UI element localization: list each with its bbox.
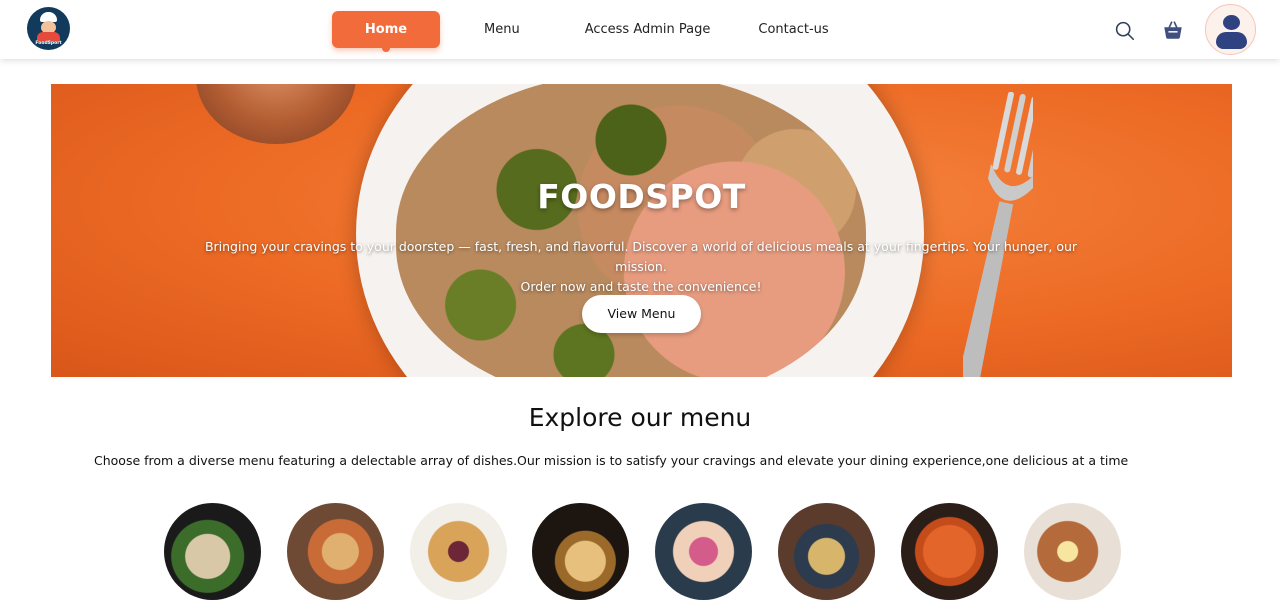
nav-admin[interactable]: Access Admin Page — [585, 22, 711, 37]
food-image — [396, 84, 866, 377]
menu-category-salad[interactable] — [164, 503, 261, 600]
view-menu-button[interactable]: View Menu — [582, 295, 701, 333]
logo[interactable]: FoodSport — [27, 7, 70, 50]
navbar: FoodSport Home Menu Access Admin Page Co… — [0, 0, 1280, 59]
fork-image — [963, 92, 1033, 377]
cart-icon[interactable] — [1162, 19, 1184, 41]
bowl-image — [196, 84, 356, 144]
menu-category-deserts[interactable] — [409, 503, 507, 600]
hero-description-line1: Bringing your cravings to your doorstep … — [204, 239, 1078, 274]
menu-category-pasta[interactable] — [900, 503, 998, 600]
hero-title: FOODSPOT — [537, 177, 746, 216]
nav-menu[interactable]: Menu — [484, 22, 520, 37]
menu-category-list — [164, 503, 1146, 600]
explore-title: Explore our menu — [528, 403, 752, 432]
hero-description-line2: Order now and taste the convenience! — [520, 279, 762, 294]
search-icon[interactable] — [1114, 20, 1135, 41]
menu-category-pure-veg[interactable] — [777, 503, 875, 600]
menu-category-cake[interactable] — [655, 503, 753, 600]
nav-home[interactable]: Home — [332, 11, 440, 52]
explore-description: Choose from a diverse menu featuring a d… — [94, 453, 1129, 468]
hero-banner: FOODSPOT Bringing your cravings to your … — [51, 84, 1232, 377]
menu-category-noodles[interactable] — [1023, 503, 1121, 600]
menu-category-rolls[interactable] — [286, 503, 384, 600]
nav-contact[interactable]: Contact-us — [758, 22, 828, 37]
menu-category-sandwich[interactable] — [532, 503, 630, 600]
hero-description: Bringing your cravings to your doorstep … — [191, 237, 1091, 297]
nav-links: Home Menu Access Admin Page Contact-us — [332, 11, 829, 52]
logo-text: FoodSport — [35, 41, 62, 46]
avatar-head — [1223, 15, 1240, 30]
profile-avatar-icon[interactable] — [1205, 4, 1256, 55]
avatar-body — [1216, 32, 1247, 49]
